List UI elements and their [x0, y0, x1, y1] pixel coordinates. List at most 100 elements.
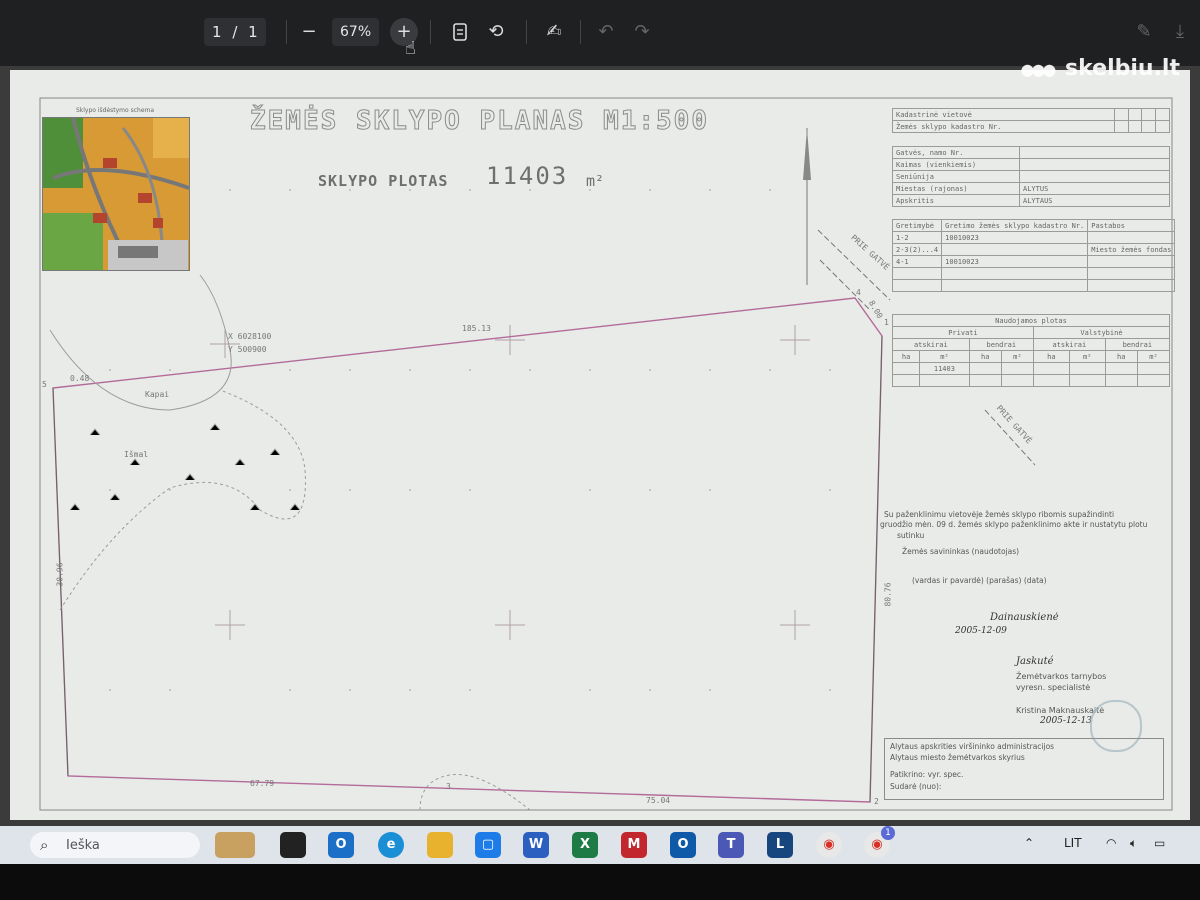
table-cell: 11403: [919, 362, 970, 375]
taskbar-outlook-icon[interactable]: O: [328, 832, 354, 858]
taskbar-chrome-icon[interactable]: ◉: [816, 832, 842, 858]
certificate-line-1: Su paženklinimu vietovėje žemės sklypo r…: [884, 510, 1115, 519]
table-cell: [1087, 255, 1176, 268]
zoom-level[interactable]: 67%: [332, 18, 380, 46]
table-cell: [1019, 146, 1170, 159]
table-row: [891, 279, 1176, 292]
plot-area-label: SKLYPO PLOTAS: [318, 172, 449, 190]
edge-bottom-left-length: 67.79: [250, 779, 275, 788]
usage-col-private: Privati: [892, 326, 1034, 339]
rotate-button[interactable]: ⟲: [482, 18, 510, 46]
table-cell: ALYTAUS: [1019, 194, 1170, 207]
table-cell: Miestas (rajonas): [892, 182, 1020, 195]
table-cell: [968, 362, 1002, 375]
table-cell: ALYTUS: [1019, 182, 1170, 195]
table-row: Gatvės, namo Nr.: [892, 146, 1170, 159]
taskbar-word-icon[interactable]: W: [523, 832, 549, 858]
toolbar-divider: [580, 20, 581, 44]
toolbar-divider: [526, 20, 527, 44]
point-label-1: 1: [884, 318, 889, 327]
footer-line-3: Patikrino: vyr. spec.: [890, 770, 964, 779]
fit-page-icon: [453, 23, 467, 41]
download-button[interactable]: ⤓: [1166, 18, 1194, 46]
edge-left-length: 30.96: [55, 562, 65, 587]
table-cell: 4-1: [891, 255, 943, 268]
redo-button[interactable]: ↷: [628, 18, 656, 46]
table-row: Kaimas (vienkiemis): [892, 158, 1170, 171]
usage-table-title: Naudojamos plotas: [892, 314, 1170, 327]
table-header-cell: atskirai: [1032, 338, 1106, 351]
certificate-line-3: sutinku: [897, 531, 925, 540]
table-header-cell: atskirai: [892, 338, 970, 351]
table-cell: [1113, 108, 1129, 121]
page-indicator[interactable]: 1 / 1: [204, 18, 266, 46]
tray-language[interactable]: LIT: [1064, 836, 1082, 850]
table-cell: Žemės sklypo kadastro Nr.: [892, 120, 1115, 133]
toolbar-divider: [286, 20, 287, 44]
tray-battery-icon[interactable]: ▭: [1154, 836, 1165, 850]
zone-label-kapai: Kapai: [145, 390, 170, 399]
table-cell: [941, 243, 1089, 256]
table-header-cell: bendrai: [968, 338, 1034, 351]
table-cell: [1068, 374, 1106, 387]
taskbar-widget-icon[interactable]: [215, 832, 255, 858]
specialist-role: vyresn. specialistė: [1016, 683, 1091, 692]
page-total: 1: [248, 23, 258, 41]
usage-col-state: Valstybinė: [1032, 326, 1171, 339]
table-row: 1-2 10010023: [891, 231, 1176, 244]
table-cell: 10010023: [941, 255, 1089, 268]
draw-button[interactable]: ✍: [540, 18, 568, 46]
watermark-logo-icon: ●●●: [1020, 60, 1056, 79]
tray-chevron-up-icon[interactable]: ⌃: [1024, 836, 1034, 850]
table-cell: [1155, 120, 1170, 133]
table-cell: [1127, 108, 1143, 121]
table-cell: [1113, 120, 1129, 133]
point-label-2: 2: [874, 797, 879, 806]
taskbar-excel-icon[interactable]: X: [572, 832, 598, 858]
taskbar-task-view-icon[interactable]: [280, 832, 306, 858]
page-current[interactable]: 1: [212, 23, 222, 41]
taskbar-search-input[interactable]: Ieška: [66, 838, 100, 853]
taskbar-search-box[interactable]: [30, 832, 200, 858]
table-cell: Miesto žemės fondas: [1087, 243, 1176, 256]
toolbar-divider: [430, 20, 431, 44]
tray-wifi-icon[interactable]: ◠: [1106, 836, 1116, 850]
notification-badge: 1: [881, 826, 895, 840]
search-icon: ⌕: [40, 836, 49, 854]
taskbar-lexicon-icon[interactable]: L: [767, 832, 793, 858]
taskbar-edge-icon[interactable]: e: [378, 832, 404, 858]
taskbar-store-icon[interactable]: ▢: [475, 832, 501, 858]
annotate-button[interactable]: ✎: [1130, 18, 1158, 46]
table-row: Kadastrinė vietovė: [892, 108, 1170, 121]
table-row: 4-1 10010023: [891, 255, 1176, 268]
edge-bottom-right-length: 75.04: [646, 796, 671, 805]
coord-y: Y 500900: [228, 345, 267, 354]
table-cell: [1087, 279, 1176, 292]
download-icon: ⤓: [1176, 21, 1184, 42]
screen-bezel: [0, 864, 1200, 900]
plot-area-unit: m²: [586, 172, 605, 190]
specialist-organization: Žemėtvarkos tarnybos: [1016, 672, 1107, 681]
table-cell: [1104, 374, 1138, 387]
page-separator: /: [232, 23, 238, 41]
table-cell: Kaimas (vienkiemis): [892, 158, 1020, 171]
table-header-cell: ha: [1032, 350, 1070, 363]
point-label-3: 3: [446, 782, 451, 791]
minus-icon: −: [301, 21, 317, 42]
taskbar-teams-icon[interactable]: T: [718, 832, 744, 858]
zone-label-ismal: Išmal: [124, 450, 149, 459]
fit-page-button[interactable]: [446, 18, 474, 46]
table-cell: [1032, 362, 1070, 375]
plan-title: ŽEMĖS SKLYPO PLANAS M1:500: [250, 106, 709, 137]
zoom-out-button[interactable]: −: [295, 18, 323, 46]
undo-button[interactable]: ↶: [592, 18, 620, 46]
table-header-row: atskirai bendrai atskirai bendrai: [892, 338, 1171, 351]
taskbar-outlook-new-icon[interactable]: O: [670, 832, 696, 858]
edge-small-left-length: 0.48: [70, 374, 90, 383]
taskbar-mcafee-icon[interactable]: M: [621, 832, 647, 858]
table-header-cell: ha: [891, 350, 921, 363]
tray-volume-icon[interactable]: 🔈︎: [1130, 836, 1137, 851]
taskbar-file-explorer-icon[interactable]: [427, 832, 453, 858]
table-cell: 1-2: [891, 231, 943, 244]
table-header-cell: m²: [1000, 350, 1034, 363]
